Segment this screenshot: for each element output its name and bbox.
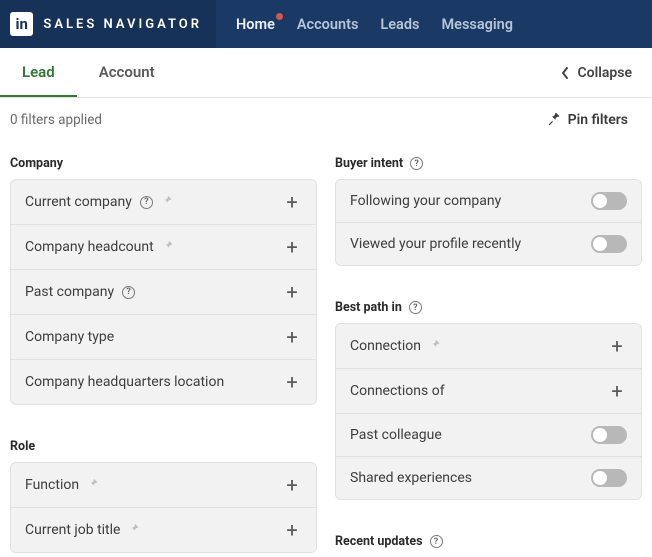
top-nav: in SALES NAVIGATOR Home Accounts Leads M… xyxy=(0,0,652,48)
filter-company-type[interactable]: Company type + xyxy=(11,315,316,360)
filter-company-type-label: Company type xyxy=(25,329,114,345)
nav-home[interactable]: Home xyxy=(236,16,275,33)
tab-lead[interactable]: Lead xyxy=(0,48,77,97)
brand[interactable]: in SALES NAVIGATOR xyxy=(0,0,216,48)
right-column: Buyer intent ? Following your company Vi… xyxy=(335,146,642,557)
filter-shared-experiences[interactable]: Shared experiences xyxy=(336,457,641,499)
filter-company-hq-location[interactable]: Company headquarters location + xyxy=(11,360,316,404)
help-icon[interactable]: ? xyxy=(140,196,153,209)
best-path-in-filters-group: Connection + Connections of + Past colle… xyxy=(335,323,642,500)
filter-shared-experiences-label: Shared experiences xyxy=(350,470,472,486)
collapse-button[interactable]: Collapse xyxy=(560,65,632,81)
pin-icon xyxy=(87,479,99,491)
filter-current-company[interactable]: Current company ? + xyxy=(11,180,316,225)
section-recent-updates-label: Recent updates xyxy=(335,534,423,549)
help-icon[interactable]: ? xyxy=(122,286,135,299)
filters-content: Company Current company ? + Company head… xyxy=(0,138,652,557)
tabs: Lead Account xyxy=(0,48,177,97)
pin-icon xyxy=(161,196,173,208)
plus-icon[interactable]: + xyxy=(607,381,627,401)
filter-past-company-label: Past company xyxy=(25,284,114,300)
filter-current-company-label: Current company xyxy=(25,194,132,210)
plus-icon[interactable]: + xyxy=(282,282,302,302)
filter-past-colleague[interactable]: Past colleague xyxy=(336,414,641,457)
plus-icon[interactable]: + xyxy=(282,372,302,392)
nav-links: Home Accounts Leads Messaging xyxy=(216,16,513,33)
filter-company-headcount-label: Company headcount xyxy=(25,239,154,255)
toggle-switch[interactable] xyxy=(591,192,627,210)
collapse-label: Collapse xyxy=(578,65,632,81)
pin-icon xyxy=(162,241,174,253)
filter-following-label: Following your company xyxy=(350,193,501,209)
nav-home-label: Home xyxy=(236,16,275,33)
company-filters-group: Current company ? + Company headcount + … xyxy=(10,179,317,405)
section-recent-updates-title: Recent updates ? xyxy=(335,534,642,549)
tabs-bar: Lead Account Collapse xyxy=(0,48,652,98)
toggle-switch[interactable] xyxy=(591,235,627,253)
section-buyer-intent-title: Buyer intent ? xyxy=(335,156,642,171)
tab-account[interactable]: Account xyxy=(77,48,177,97)
chevron-left-icon xyxy=(560,66,570,80)
filter-current-job-title[interactable]: Current job title + xyxy=(11,508,316,552)
brand-name: SALES NAVIGATOR xyxy=(43,17,202,32)
section-company-title: Company xyxy=(10,156,317,171)
filter-past-company[interactable]: Past company ? + xyxy=(11,270,316,315)
pin-icon xyxy=(547,113,561,127)
pin-filters-button[interactable]: Pin filters xyxy=(547,112,628,128)
buyer-intent-filters-group: Following your company Viewed your profi… xyxy=(335,179,642,266)
section-role-label: Role xyxy=(10,439,35,454)
section-best-path-in-label: Best path in xyxy=(335,300,402,315)
left-column: Company Current company ? + Company head… xyxy=(10,146,317,557)
nav-messaging[interactable]: Messaging xyxy=(441,16,513,33)
filter-connections-of-label: Connections of xyxy=(350,383,445,399)
help-icon[interactable]: ? xyxy=(410,157,423,170)
filter-company-headcount[interactable]: Company headcount + xyxy=(11,225,316,270)
filter-function-label: Function xyxy=(25,477,79,493)
plus-icon[interactable]: + xyxy=(282,237,302,257)
filter-viewed-profile-label: Viewed your profile recently xyxy=(350,236,521,252)
toggle-switch[interactable] xyxy=(591,426,627,444)
filter-connections-of[interactable]: Connections of + xyxy=(336,369,641,414)
plus-icon[interactable]: + xyxy=(282,520,302,540)
pin-icon xyxy=(429,340,441,352)
notification-dot-icon xyxy=(276,13,283,20)
filter-past-colleague-label: Past colleague xyxy=(350,427,442,443)
filter-following-your-company[interactable]: Following your company xyxy=(336,180,641,223)
help-icon[interactable]: ? xyxy=(409,301,422,314)
filter-function[interactable]: Function + xyxy=(11,463,316,508)
pin-filters-label: Pin filters xyxy=(568,112,628,128)
nav-leads[interactable]: Leads xyxy=(380,16,419,33)
filter-viewed-profile-recently[interactable]: Viewed your profile recently xyxy=(336,223,641,265)
plus-icon[interactable]: + xyxy=(282,475,302,495)
toggle-switch[interactable] xyxy=(591,469,627,487)
pin-icon xyxy=(128,524,140,536)
filter-current-job-title-label: Current job title xyxy=(25,522,120,538)
filter-connection-label: Connection xyxy=(350,338,421,354)
nav-accounts[interactable]: Accounts xyxy=(297,16,359,33)
linkedin-logo-icon: in xyxy=(10,12,33,36)
plus-icon[interactable]: + xyxy=(282,192,302,212)
section-buyer-intent-label: Buyer intent xyxy=(335,156,403,171)
help-icon[interactable]: ? xyxy=(430,535,443,548)
plus-icon[interactable]: + xyxy=(607,336,627,356)
filters-applied-text: 0 filters applied xyxy=(10,112,102,128)
filter-company-hq-location-label: Company headquarters location xyxy=(25,374,224,390)
section-best-path-in-title: Best path in ? xyxy=(335,300,642,315)
plus-icon[interactable]: + xyxy=(282,327,302,347)
section-company-label: Company xyxy=(10,156,63,171)
section-role-title: Role xyxy=(10,439,317,454)
filter-connection[interactable]: Connection + xyxy=(336,324,641,369)
role-filters-group: Function + Current job title + xyxy=(10,462,317,553)
filters-status-row: 0 filters applied Pin filters xyxy=(0,98,652,138)
